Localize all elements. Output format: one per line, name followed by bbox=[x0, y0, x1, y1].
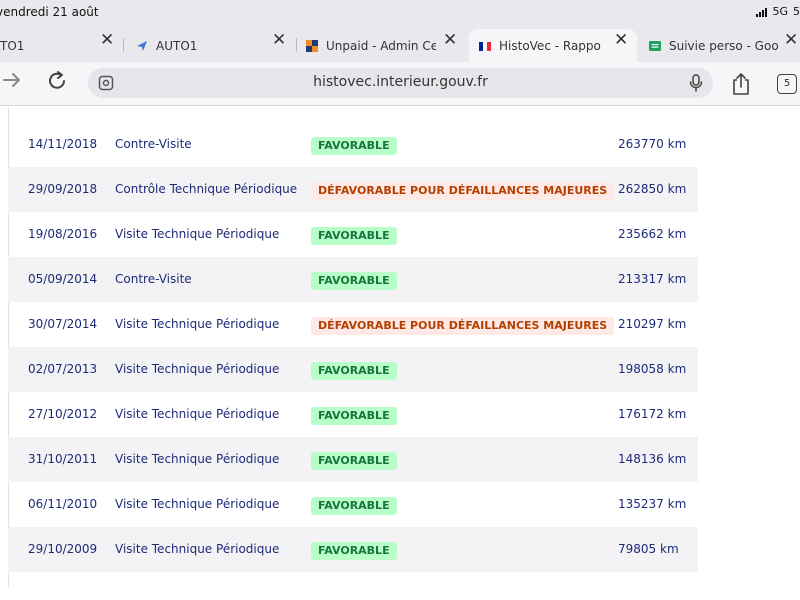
page-content: 14/11/2018 Contre-Visite FAVORABLE 263770 k… bbox=[0, 107, 800, 600]
row-date: 29/10/2009 bbox=[28, 542, 98, 556]
row-date: 29/09/2018 bbox=[28, 182, 98, 196]
status-date: vendredi 21 août bbox=[0, 5, 99, 19]
row-result: FAVORABLE bbox=[311, 136, 397, 155]
tab-divider bbox=[123, 38, 124, 52]
admin-logo-icon bbox=[306, 39, 318, 52]
table-row: 19/08/2016 Visite Technique Périodique FAV… bbox=[8, 212, 698, 257]
row-date: 27/10/2012 bbox=[28, 407, 98, 421]
row-date: 05/09/2014 bbox=[28, 272, 98, 286]
auto1-logo-icon bbox=[136, 40, 148, 52]
table-row: 14/11/2018 Contre-Visite FAVORABLE 263770 k… bbox=[8, 122, 698, 167]
row-inspection-type: Visite Technique Périodique bbox=[115, 362, 280, 376]
row-mileage: 135237 km bbox=[618, 497, 687, 511]
row-result: FAVORABLE bbox=[311, 226, 397, 245]
table-row: 06/11/2010 Visite Technique Périodique FAV… bbox=[8, 482, 698, 527]
status-bar: vendredi 21 août 5G 5 bbox=[0, 0, 800, 26]
french-flag-icon bbox=[479, 40, 491, 52]
tab-count-button[interactable]: 5 bbox=[777, 74, 797, 94]
row-result: FAVORABLE bbox=[311, 496, 397, 515]
table-row: 27/10/2012 Visite Technique Périodique FAV… bbox=[8, 392, 698, 437]
row-date: 06/11/2010 bbox=[28, 497, 98, 511]
close-icon[interactable]: ✕ bbox=[443, 32, 457, 49]
tab-4-active[interactable]: HistoVec - Rapport v bbox=[469, 29, 637, 62]
row-mileage: 79805 km bbox=[618, 542, 679, 556]
row-result: FAVORABLE bbox=[311, 541, 397, 560]
row-inspection-type: Visite Technique Périodique bbox=[115, 407, 280, 421]
battery-label: 5 bbox=[793, 5, 800, 18]
row-inspection-type: Visite Technique Périodique bbox=[115, 317, 280, 331]
row-mileage: 198058 km bbox=[618, 362, 687, 376]
reload-icon[interactable] bbox=[46, 70, 68, 97]
tab-title: Suivie perso - Goog bbox=[669, 38, 779, 53]
table-row: 29/10/2009 Visite Technique Périodique FAV… bbox=[8, 527, 698, 572]
google-sheets-icon bbox=[649, 40, 661, 52]
row-result: FAVORABLE bbox=[311, 271, 397, 290]
row-mileage: 263770 km bbox=[618, 137, 687, 151]
tab-title: HistoVec - Rapport v bbox=[499, 38, 601, 53]
row-date: 30/07/2014 bbox=[28, 317, 98, 331]
row-date: 14/11/2018 bbox=[28, 137, 98, 151]
address-bar[interactable]: histovec.interieur.gouv.fr bbox=[88, 68, 713, 98]
close-icon[interactable]: ✕ bbox=[100, 32, 114, 49]
network-label: 5G bbox=[772, 5, 788, 18]
tab-title: Unpaid - Admin Cen bbox=[326, 38, 436, 53]
signal-icon bbox=[756, 7, 768, 17]
row-mileage: 262850 km bbox=[618, 182, 687, 196]
result-badge: FAVORABLE bbox=[311, 362, 397, 380]
table-row: 05/09/2014 Contre-Visite FAVORABLE 213317 k… bbox=[8, 257, 698, 302]
result-badge: DÉFAVORABLE POUR DÉFAILLANCES MAJEURES bbox=[311, 317, 615, 335]
tab-title: TO1 bbox=[0, 38, 25, 53]
close-icon[interactable]: ✕ bbox=[272, 32, 286, 49]
tab-2[interactable]: AUTO1 bbox=[136, 29, 286, 62]
row-inspection-type: Contrôle Technique Périodique bbox=[115, 182, 298, 196]
row-inspection-type: Visite Technique Périodique bbox=[115, 542, 280, 556]
result-badge: FAVORABLE bbox=[311, 407, 397, 425]
browser-toolbar: histovec.interieur.gouv.fr 5 bbox=[0, 62, 800, 106]
status-indicators: 5G 5 bbox=[756, 5, 800, 18]
microphone-icon[interactable] bbox=[689, 74, 703, 96]
row-mileage: 176172 km bbox=[618, 407, 687, 421]
url-text: histovec.interieur.gouv.fr bbox=[313, 74, 488, 90]
browser-window: vendredi 21 août 5G 5 TO1 ✕ AUTO1 ✕ Unpa… bbox=[0, 0, 800, 600]
table-row: 30/07/2014 Visite Technique Périodique DÉF… bbox=[8, 302, 698, 347]
tab-3[interactable]: Unpaid - Admin Cen bbox=[306, 29, 436, 62]
result-badge: FAVORABLE bbox=[311, 452, 397, 470]
row-result: FAVORABLE bbox=[311, 406, 397, 425]
result-badge: FAVORABLE bbox=[311, 542, 397, 560]
table-row: 31/10/2011 Visite Technique Périodique FAV… bbox=[8, 437, 698, 482]
result-badge: FAVORABLE bbox=[311, 272, 397, 290]
row-inspection-type: Contre-Visite bbox=[115, 137, 192, 151]
tab-title: AUTO1 bbox=[156, 38, 198, 53]
row-result: DÉFAVORABLE POUR DÉFAILLANCES MAJEURES bbox=[311, 181, 615, 200]
forward-arrow-icon[interactable] bbox=[2, 70, 22, 95]
row-date: 31/10/2011 bbox=[28, 452, 98, 466]
close-icon[interactable]: ✕ bbox=[614, 32, 628, 49]
row-inspection-type: Contre-Visite bbox=[115, 272, 192, 286]
share-icon[interactable] bbox=[731, 72, 751, 100]
row-mileage: 235662 km bbox=[618, 227, 687, 241]
row-mileage: 213317 km bbox=[618, 272, 687, 286]
row-inspection-type: Visite Technique Périodique bbox=[115, 452, 280, 466]
result-badge: FAVORABLE bbox=[311, 497, 397, 515]
tab-5[interactable]: Suivie perso - Goog bbox=[649, 29, 784, 62]
row-result: DÉFAVORABLE POUR DÉFAILLANCES MAJEURES bbox=[311, 316, 615, 335]
table-row: 02/07/2013 Visite Technique Périodique FAV… bbox=[8, 347, 698, 392]
close-icon[interactable]: ✕ bbox=[784, 32, 798, 49]
result-badge: FAVORABLE bbox=[311, 227, 397, 245]
row-inspection-type: Visite Technique Périodique bbox=[115, 497, 280, 511]
row-inspection-type: Visite Technique Périodique bbox=[115, 227, 280, 241]
row-result: FAVORABLE bbox=[311, 361, 397, 380]
table-row: 29/09/2018 Contrôle Technique Périodique D… bbox=[8, 167, 698, 212]
row-date: 02/07/2013 bbox=[28, 362, 98, 376]
tab-divider bbox=[296, 38, 297, 52]
row-mileage: 210297 km bbox=[618, 317, 687, 331]
row-date: 19/08/2016 bbox=[28, 227, 98, 241]
row-mileage: 148136 km bbox=[618, 452, 687, 466]
row-result: FAVORABLE bbox=[311, 451, 397, 470]
result-badge: DÉFAVORABLE POUR DÉFAILLANCES MAJEURES bbox=[311, 182, 615, 200]
result-badge: FAVORABLE bbox=[311, 137, 397, 155]
tab-bar: TO1 ✕ AUTO1 ✕ Unpaid - Admin Cen ✕ Histo… bbox=[0, 26, 800, 62]
